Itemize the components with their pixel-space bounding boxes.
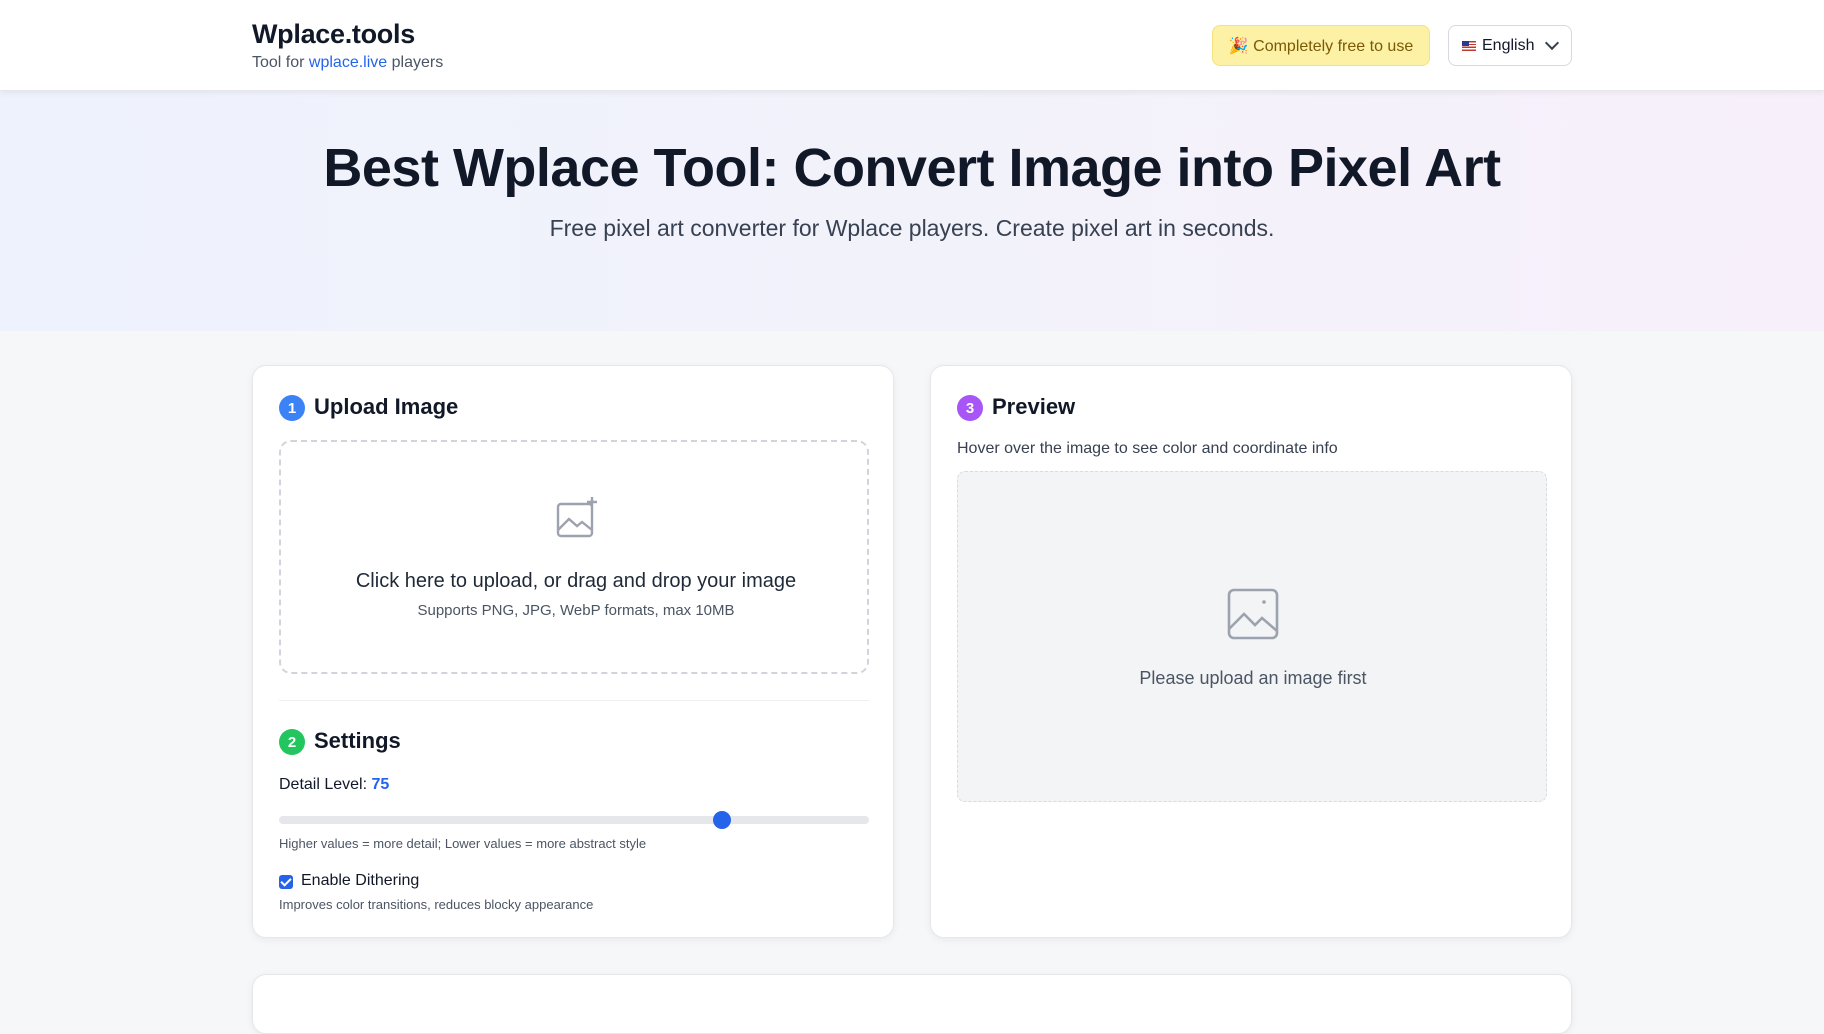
detail-level-label: Detail Level: 75 <box>279 776 389 794</box>
detail-level-slider[interactable] <box>279 811 869 829</box>
step-1-badge: 1 <box>279 395 305 421</box>
next-section-card <box>252 974 1572 1034</box>
settings-title: Settings <box>314 728 401 753</box>
preview-hint: Hover over the image to see color and co… <box>957 440 1338 457</box>
language-select[interactable]: English <box>1448 25 1572 66</box>
free-badge-text: 🎉 Completely free to use <box>1228 37 1414 55</box>
dropzone-sub-text: Supports PNG, JPG, WebP formats, max 10M… <box>417 602 735 619</box>
detail-level-text: Detail Level: <box>279 776 372 793</box>
site-header: Wplace.tools Tool for wplace.live player… <box>0 0 1824 91</box>
upload-dropzone[interactable]: Click here to upload, or drag and drop y… <box>279 440 869 674</box>
image-add-icon <box>556 497 597 538</box>
preview-title: Preview <box>992 394 1076 419</box>
upload-title: Upload Image <box>314 394 459 419</box>
site-logo-title[interactable]: Wplace.tools <box>252 19 415 50</box>
detail-level-value: 75 <box>371 776 390 793</box>
dropzone-main-text: Click here to upload, or drag and drop y… <box>355 570 797 592</box>
hero-section: Best Wplace Tool: Convert Image into Pix… <box>0 91 1824 331</box>
wplace-live-link[interactable]: wplace.live <box>309 54 387 71</box>
language-label: English <box>1482 36 1535 54</box>
site-tagline: Tool for wplace.live players <box>252 54 443 72</box>
section-divider <box>279 700 869 701</box>
dithering-checkbox[interactable] <box>279 875 293 889</box>
preview-empty-text: Please upload an image first <box>1139 668 1367 688</box>
hero-subtitle: Free pixel art converter for Wplace play… <box>549 215 1275 241</box>
detail-level-hint: Higher values = more detail; Lower value… <box>279 836 647 851</box>
step-3-badge: 3 <box>957 395 983 421</box>
tagline-prefix: Tool for <box>252 54 309 71</box>
dithering-label[interactable]: Enable Dithering <box>301 872 419 890</box>
hero-title: Best Wplace Tool: Convert Image into Pix… <box>323 138 1501 198</box>
dithering-hint: Improves color transitions, reduces bloc… <box>279 897 594 912</box>
free-badge: 🎉 Completely free to use <box>1212 25 1430 66</box>
step-2-badge: 2 <box>279 729 305 755</box>
us-flag-icon <box>1462 40 1476 51</box>
image-icon <box>1227 588 1279 640</box>
slider-thumb[interactable] <box>712 811 731 829</box>
chevron-down-icon <box>1544 35 1560 51</box>
upload-settings-card: 1 Upload Image Click here to upload, or … <box>252 365 894 938</box>
preview-area[interactable]: Please upload an image first <box>957 471 1547 802</box>
tagline-suffix: players <box>387 54 444 71</box>
preview-card: 3 Preview Hover over the image to see co… <box>930 365 1572 938</box>
